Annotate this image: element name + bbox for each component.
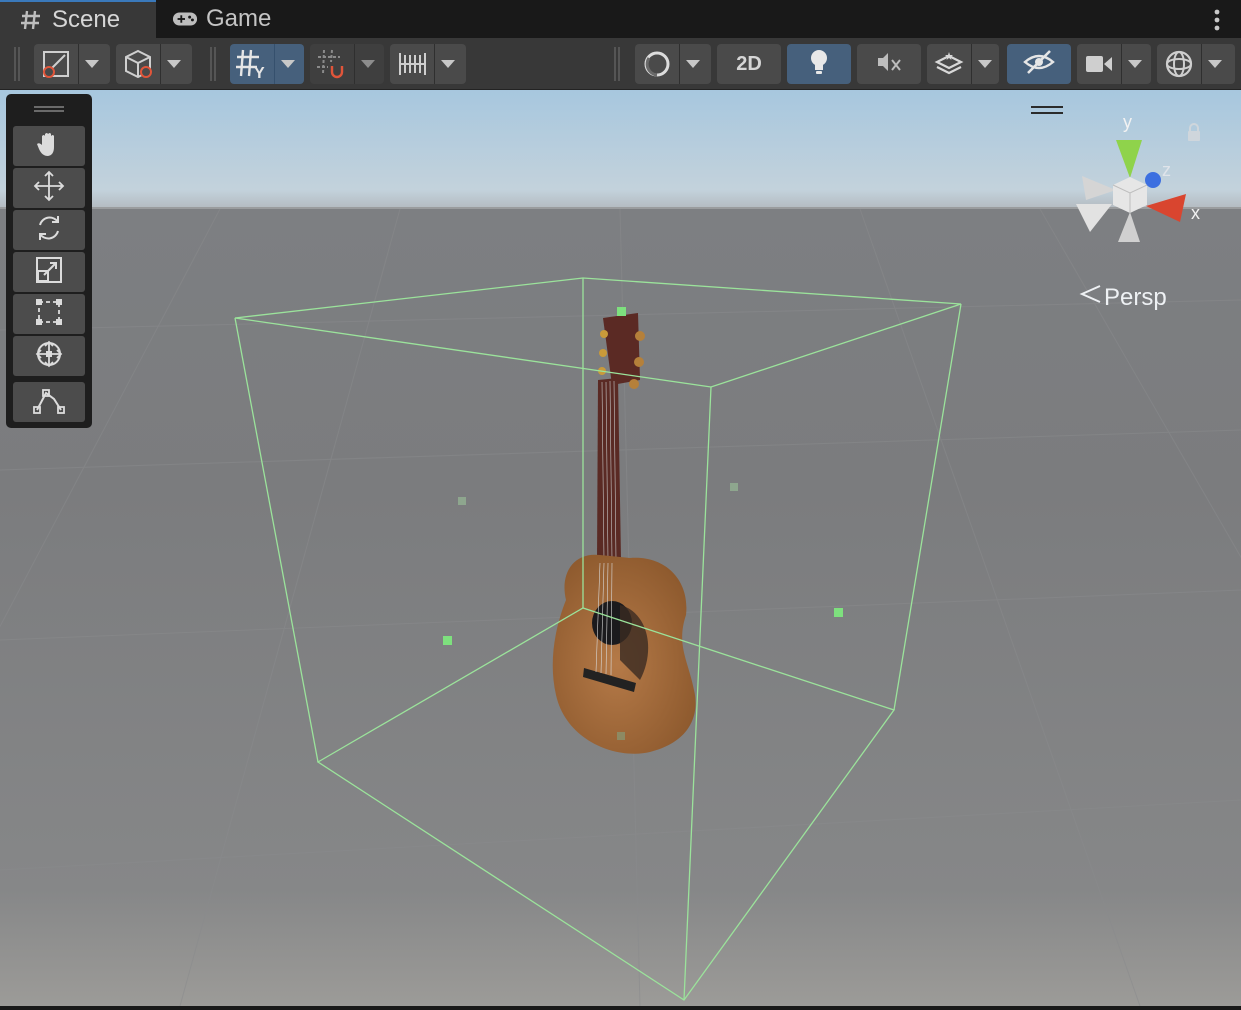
axis-x-label: x: [1191, 203, 1200, 223]
edit-path-icon: [32, 385, 66, 420]
grid-axis-label: Y: [254, 65, 265, 80]
move-tool-button[interactable]: [13, 168, 85, 208]
transform-tool-button[interactable]: [13, 336, 85, 376]
toolbar-grip-icon[interactable]: [210, 47, 216, 81]
chevron-down-icon[interactable]: [1121, 44, 1147, 84]
projection-label: Persp: [1104, 283, 1167, 311]
scene-audio-button[interactable]: [857, 44, 921, 84]
axis-x-cone[interactable]: [1146, 194, 1186, 222]
layers-effects-icon: [927, 44, 971, 84]
chevron-down-icon[interactable]: [679, 44, 705, 84]
tab-game[interactable]: Game: [156, 0, 296, 38]
video-camera-icon: [1077, 44, 1121, 84]
increment-snap-button[interactable]: [390, 44, 466, 84]
chevron-down-icon[interactable]: [160, 44, 186, 84]
chevron-down-icon[interactable]: [434, 44, 460, 84]
chevron-down-icon[interactable]: [78, 44, 104, 84]
tab-bar: Scene Game: [0, 0, 1241, 38]
shaded-draw-mode-icon: [635, 44, 679, 84]
chevron-down-icon[interactable]: [1201, 44, 1227, 84]
cube-local-icon: [116, 44, 160, 84]
projection-toggle[interactable]: Persp: [1078, 282, 1167, 313]
scene-effects-button[interactable]: [927, 44, 999, 84]
chevron-left-icon: [1078, 282, 1104, 313]
tab-scene[interactable]: Scene: [0, 0, 156, 38]
draw-mode-button[interactable]: [635, 44, 711, 84]
gizmo-menu-icon[interactable]: [1031, 106, 1063, 114]
axis-z-label: z: [1162, 160, 1171, 180]
gamepad-icon: [172, 6, 198, 32]
grid-snap-magnet-icon: [310, 44, 354, 84]
grid-hash-icon: [18, 7, 44, 33]
hand-tool-button[interactable]: [13, 126, 85, 166]
pivot-draw-icon: [34, 44, 78, 84]
tool-palette: [6, 94, 92, 428]
audio-mute-icon: [875, 50, 903, 79]
tool-handle-rotation-button[interactable]: [116, 44, 192, 84]
eye-hidden-icon: [1022, 49, 1056, 80]
move-arrows-icon: [33, 170, 65, 207]
axis-y-label: y: [1123, 112, 1132, 132]
chevron-down-icon[interactable]: [971, 44, 997, 84]
grid-snap-button[interactable]: [310, 44, 384, 84]
chevron-down-icon[interactable]: [274, 44, 300, 84]
scene-viewport[interactable]: y z x: [0, 90, 1241, 1006]
scene-camera-button[interactable]: [1077, 44, 1151, 84]
rect-transform-icon: [34, 297, 64, 332]
rotate-tool-button[interactable]: [13, 210, 85, 250]
lock-icon[interactable]: [1185, 122, 1203, 147]
scene-toolbar: Y 2D: [0, 38, 1241, 90]
gizmos-button[interactable]: [1157, 44, 1235, 84]
light-bulb-icon: [807, 48, 831, 81]
grid-y-icon: Y: [230, 44, 274, 84]
2d-mode-label: 2D: [736, 52, 762, 75]
hidden-objects-toggle-button[interactable]: [1007, 44, 1071, 84]
toolbar-grip-icon[interactable]: [614, 47, 620, 81]
grid-visibility-button[interactable]: Y: [230, 44, 304, 84]
more-options-icon[interactable]: [1213, 8, 1221, 32]
palette-drag-handle[interactable]: [34, 106, 64, 112]
hand-icon: [34, 129, 64, 164]
scene-lighting-button[interactable]: [787, 44, 851, 84]
gizmo-sphere-icon: [1157, 44, 1201, 84]
2d-mode-button[interactable]: 2D: [717, 44, 781, 84]
panel-bottom-border: [0, 1006, 1241, 1010]
tab-label-game: Game: [206, 5, 272, 32]
rect-tool-button[interactable]: [13, 294, 85, 334]
scale-icon: [34, 255, 64, 290]
scene-canvas[interactable]: y z x: [0, 90, 1241, 1006]
custom-editor-tool-button[interactable]: [13, 382, 85, 422]
rotate-icon: [34, 213, 64, 248]
guitar-model[interactable]: [552, 313, 696, 754]
scale-tool-button[interactable]: [13, 252, 85, 292]
ruler-snap-icon: [390, 44, 434, 84]
transform-icon: [33, 338, 65, 375]
tool-handle-position-button[interactable]: [34, 44, 110, 84]
tab-label-scene: Scene: [52, 6, 121, 33]
toolbar-grip-icon[interactable]: [14, 47, 20, 81]
axis-y-cone[interactable]: [1116, 140, 1142, 178]
axis-z-cone[interactable]: [1145, 172, 1161, 188]
chevron-down-icon[interactable]: [354, 44, 380, 84]
orientation-gizmo[interactable]: y z x: [1076, 112, 1200, 242]
